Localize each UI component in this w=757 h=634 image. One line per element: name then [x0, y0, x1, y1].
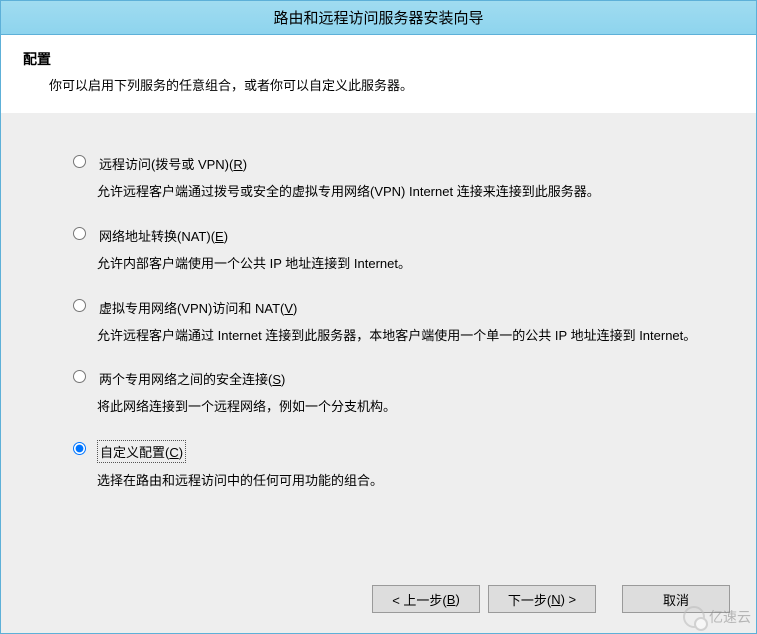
option-label-secure-connection[interactable]: 两个专用网络之间的安全连接(S)	[97, 368, 287, 389]
option-desc-nat: 允许内部客户端使用一个公共 IP 地址连接到 Internet。	[97, 254, 704, 275]
radio-vpn-nat[interactable]	[73, 299, 86, 312]
button-bar: < 上一步(B) 下一步(N) > 取消	[1, 573, 756, 633]
header-desc: 你可以启用下列服务的任意组合，或者你可以自定义此服务器。	[23, 75, 734, 94]
option-desc-custom: 选择在路由和远程访问中的任何可用功能的组合。	[97, 471, 704, 492]
radio-custom[interactable]	[73, 442, 86, 455]
option-label-remote-access[interactable]: 远程访问(拨号或 VPN)(R)	[97, 153, 249, 174]
title-bar: 路由和远程访问服务器安装向导	[1, 1, 756, 35]
option-secure-connection[interactable]: 两个专用网络之间的安全连接(S) 将此网络连接到一个远程网络，例如一个分支机构。	[73, 368, 704, 418]
next-button[interactable]: 下一步(N) >	[488, 585, 596, 613]
radio-remote-access[interactable]	[73, 155, 86, 168]
option-desc-vpn-nat: 允许远程客户端通过 Internet 连接到此服务器，本地客户端使用一个单一的公…	[97, 326, 704, 347]
radio-nat[interactable]	[73, 227, 86, 240]
option-label-custom[interactable]: 自定义配置(C)	[97, 440, 186, 463]
option-nat[interactable]: 网络地址转换(NAT)(E) 允许内部客户端使用一个公共 IP 地址连接到 In…	[73, 225, 704, 275]
option-remote-access[interactable]: 远程访问(拨号或 VPN)(R) 允许远程客户端通过拨号或安全的虚拟专用网络(V…	[73, 153, 704, 203]
radio-secure-connection[interactable]	[73, 370, 86, 383]
window-title: 路由和远程访问服务器安装向导	[273, 7, 483, 28]
wizard-window: 路由和远程访问服务器安装向导 配置 你可以启用下列服务的任意组合，或者你可以自定…	[0, 0, 757, 634]
option-label-nat[interactable]: 网络地址转换(NAT)(E)	[97, 225, 230, 246]
wizard-content: 远程访问(拨号或 VPN)(R) 允许远程客户端通过拨号或安全的虚拟专用网络(V…	[1, 113, 756, 573]
wizard-header: 配置 你可以启用下列服务的任意组合，或者你可以自定义此服务器。	[1, 35, 756, 112]
option-label-vpn-nat[interactable]: 虚拟专用网络(VPN)访问和 NAT(V)	[97, 297, 299, 318]
cancel-button[interactable]: 取消	[622, 585, 730, 613]
option-desc-remote-access: 允许远程客户端通过拨号或安全的虚拟专用网络(VPN) Internet 连接来连…	[97, 182, 704, 203]
option-vpn-nat[interactable]: 虚拟专用网络(VPN)访问和 NAT(V) 允许远程客户端通过 Internet…	[73, 297, 704, 347]
option-desc-secure-connection: 将此网络连接到一个远程网络，例如一个分支机构。	[97, 397, 704, 418]
option-custom[interactable]: 自定义配置(C) 选择在路由和远程访问中的任何可用功能的组合。	[73, 440, 704, 492]
back-button[interactable]: < 上一步(B)	[372, 585, 480, 613]
header-title: 配置	[23, 49, 734, 69]
